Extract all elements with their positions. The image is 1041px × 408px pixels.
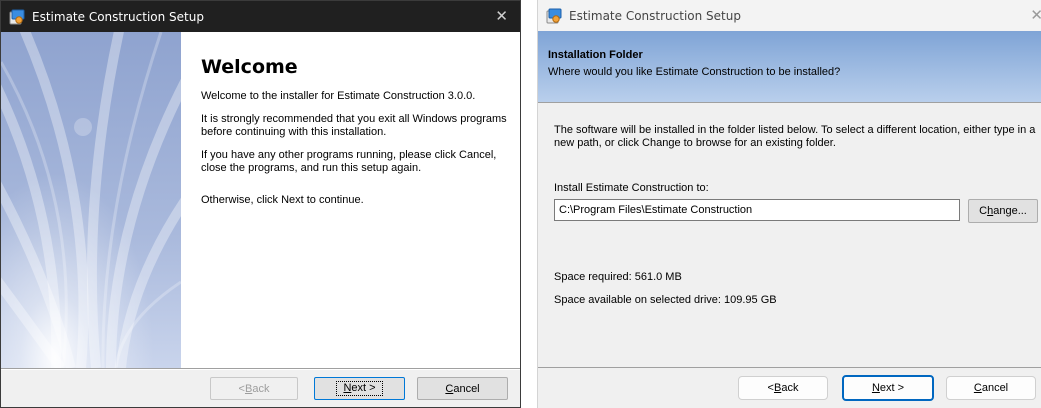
setup-app-icon [546,8,562,23]
welcome-intro-text: Welcome to the installer for Estimate Co… [201,90,476,102]
page-subtitle: Where would you like Estimate Constructi… [548,66,841,78]
page-header: Installation Folder Where would you like… [538,31,1041,102]
page-title: Installation Folder [548,49,643,61]
continue-instructions-text: Otherwise, click Next to continue. [201,194,364,206]
welcome-setup-window: Estimate Construction Setup ✕ Welcome We… [0,0,521,408]
change-folder-button[interactable]: Ch ange... [968,199,1038,223]
window-title: Estimate Construction Setup [32,9,204,24]
install-path-input[interactable] [554,199,960,221]
next-button[interactable]: Next > [842,375,934,401]
button-area-divider [1,368,520,370]
welcome-content: Welcome Welcome to the installer for Est… [181,32,520,368]
exit-programs-text: It is strongly recommended that you exit… [201,113,507,138]
title-bar[interactable]: Estimate Construction Setup ✕ [538,0,1041,31]
back-button[interactable]: < Back [210,377,298,400]
title-bar[interactable]: Estimate Construction Setup ✕ [1,1,520,32]
window-title: Estimate Construction Setup [569,8,741,23]
close-icon[interactable]: ✕ [1030,6,1041,24]
next-button[interactable]: Next > [314,377,405,400]
page-title: Welcome [201,56,298,78]
back-button[interactable]: < Back [738,376,828,400]
header-divider [538,102,1041,103]
setup-app-icon [9,9,25,24]
cancel-button[interactable]: Cancel [946,376,1036,400]
space-available-text: Space available on selected drive: 109.9… [554,294,777,306]
welcome-side-graphic [1,32,181,368]
space-required-text: Space required: 561.0 MB [554,271,682,283]
install-location-label: Install Estimate Construction to: [554,182,709,194]
button-area-divider [538,367,1041,368]
installation-folder-window: Estimate Construction Setup ✕ Installati… [537,0,1041,408]
close-icon[interactable]: ✕ [495,7,508,25]
cancel-instructions-text: If you have any other programs running, … [201,149,497,174]
install-description-text: The software will be installed in the fo… [554,124,1036,149]
cancel-button[interactable]: Cancel [417,377,508,400]
